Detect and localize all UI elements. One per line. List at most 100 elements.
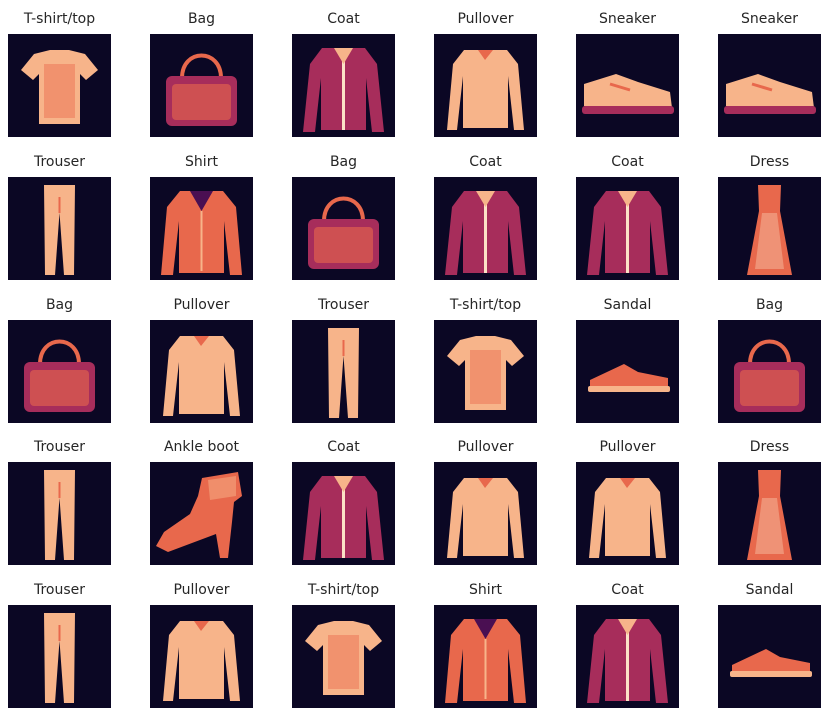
grid-cell: Coat — [292, 9, 395, 137]
image-thumbnail — [8, 605, 111, 708]
grid-cell: Sandal — [718, 580, 821, 708]
grid-cell: Pullover — [576, 437, 679, 565]
image-thumbnail — [718, 462, 821, 565]
trouser-icon — [44, 613, 75, 703]
image-title: Coat — [469, 154, 502, 170]
image-title: Trouser — [317, 297, 370, 313]
tshirt-icon — [447, 336, 524, 410]
grid-cell: Bag — [8, 295, 111, 423]
image-thumbnail — [576, 605, 679, 708]
image-title: Sneaker — [599, 11, 656, 27]
ankle-boot-icon — [156, 472, 242, 558]
image-grid: T-shirt/top Bag Coat Pullover Sneaker Sn… — [0, 0, 834, 724]
grid-cell: Sandal — [576, 295, 679, 423]
sneaker-icon — [582, 74, 674, 114]
image-title: Sandal — [745, 582, 794, 598]
grid-cell: Shirt — [434, 580, 537, 708]
image-title: Coat — [327, 11, 360, 27]
image-title: Pullover — [457, 439, 514, 455]
grid-cell: Bag — [150, 9, 253, 137]
grid-cell: T-shirt/top — [292, 580, 395, 708]
image-title: Pullover — [599, 439, 656, 455]
grid-cell: Bag — [718, 295, 821, 423]
grid-cell: T-shirt/top — [434, 295, 537, 423]
image-title: Coat — [327, 439, 360, 455]
grid-cell: Trouser — [8, 580, 111, 708]
image-thumbnail — [576, 177, 679, 280]
image-thumbnail — [292, 320, 395, 423]
image-thumbnail — [434, 462, 537, 565]
dress-icon — [747, 470, 792, 560]
image-title: T-shirt/top — [307, 582, 380, 598]
coat-icon — [303, 476, 384, 560]
sneaker-icon — [724, 74, 816, 114]
image-thumbnail — [292, 462, 395, 565]
sandal-icon — [588, 364, 670, 392]
image-title: Shirt — [469, 582, 502, 598]
grid-cell: Trouser — [8, 152, 111, 280]
grid-cell: Pullover — [434, 9, 537, 137]
grid-cell: Dress — [718, 152, 821, 280]
image-thumbnail — [576, 320, 679, 423]
pullover-icon — [447, 50, 524, 130]
image-title: Trouser — [33, 154, 86, 170]
grid-cell: Pullover — [434, 437, 537, 565]
image-title: Dress — [749, 154, 790, 170]
image-thumbnail — [8, 462, 111, 565]
coat-icon — [303, 48, 384, 132]
pullover-icon — [589, 478, 666, 558]
tshirt-icon — [305, 621, 382, 695]
sandal-icon — [730, 649, 812, 677]
image-title: Bag — [45, 297, 74, 313]
image-thumbnail — [576, 462, 679, 565]
image-thumbnail — [434, 34, 537, 137]
image-title: Ankle boot — [163, 439, 240, 455]
grid-cell: Bag — [292, 152, 395, 280]
image-thumbnail — [292, 605, 395, 708]
image-thumbnail — [8, 177, 111, 280]
grid-cell: Trouser — [292, 295, 395, 423]
pullover-icon — [163, 621, 240, 701]
image-title: Shirt — [185, 154, 218, 170]
grid-cell: Sneaker — [576, 9, 679, 137]
grid-cell: Trouser — [8, 437, 111, 565]
trouser-icon — [328, 328, 359, 418]
image-thumbnail — [150, 605, 253, 708]
image-thumbnail — [434, 177, 537, 280]
image-title: Pullover — [173, 297, 230, 313]
dress-icon — [747, 185, 792, 275]
tshirt-icon — [21, 50, 98, 124]
grid-cell: Coat — [576, 152, 679, 280]
image-thumbnail — [718, 605, 821, 708]
image-thumbnail — [150, 177, 253, 280]
image-title: Trouser — [33, 582, 86, 598]
image-title: Trouser — [33, 439, 86, 455]
bag-icon — [166, 53, 237, 126]
image-thumbnail — [8, 34, 111, 137]
coat-icon — [587, 191, 668, 275]
image-thumbnail — [434, 605, 537, 708]
image-title: Sandal — [603, 297, 652, 313]
image-title: Pullover — [457, 11, 514, 27]
image-title: Bag — [329, 154, 358, 170]
image-title: Coat — [611, 154, 644, 170]
grid-cell: Pullover — [150, 295, 253, 423]
pullover-icon — [447, 478, 524, 558]
coat-icon — [445, 191, 526, 275]
grid-cell: Sneaker — [718, 9, 821, 137]
grid-cell: Coat — [576, 580, 679, 708]
grid-cell: Coat — [434, 152, 537, 280]
trouser-icon — [44, 185, 75, 275]
coat-icon — [587, 619, 668, 703]
image-title: T-shirt/top — [449, 297, 522, 313]
image-title: Dress — [749, 439, 790, 455]
image-title: Coat — [611, 582, 644, 598]
image-thumbnail — [150, 320, 253, 423]
grid-cell: Coat — [292, 437, 395, 565]
image-thumbnail — [292, 177, 395, 280]
grid-cell: Shirt — [150, 152, 253, 280]
image-thumbnail — [150, 462, 253, 565]
trouser-icon — [44, 470, 75, 560]
bag-icon — [24, 339, 95, 412]
bag-icon — [308, 196, 379, 269]
